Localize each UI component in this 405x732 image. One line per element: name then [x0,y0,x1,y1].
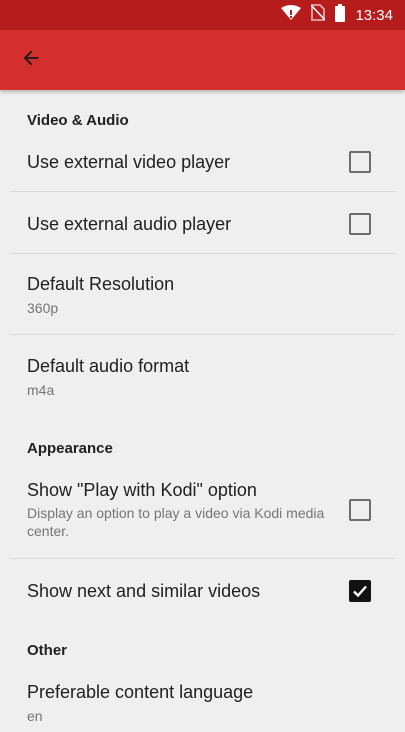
pref-next-similar-videos[interactable]: Show next and similar videos [0,568,405,616]
pref-external-video-player[interactable]: Use external video player [0,138,405,186]
pref-title: Default Resolution [27,274,175,294]
pref-title: Preferable content language [27,682,254,702]
pref-title: Use external video player [27,152,231,172]
pref-play-with-kodi[interactable]: Show "Play with Kodi" option Display an … [0,470,405,550]
pref-summary: Display an option to play a video via Ko… [27,505,325,539]
checkmark-icon [353,585,367,598]
pref-title: Default audio format [27,356,190,376]
no-sim-icon [310,4,327,26]
next-similar-checkbox[interactable] [349,580,371,602]
wifi-icon [281,4,302,26]
pref-content-language[interactable]: Preferable content language en [0,672,405,732]
status-bar: 13:34 [0,0,405,30]
toolbar [0,30,405,90]
section-header-appearance: Appearance [27,440,113,457]
divider [10,253,395,254]
pref-default-audio-format[interactable]: Default audio format m4a [0,344,405,410]
pref-summary: 360p [27,300,59,316]
divider [10,334,395,335]
external-audio-checkbox[interactable] [349,213,371,235]
section-header-other: Other [27,642,68,659]
status-time: 13:34 [355,6,393,24]
pref-title: Show next and similar videos [27,581,261,601]
section-header-video-audio: Video & Audio [27,112,129,129]
pref-title: Show "Play with Kodi" option [27,480,257,500]
pref-summary: en [27,708,43,724]
play-with-kodi-checkbox[interactable] [349,499,371,521]
pref-default-resolution[interactable]: Default Resolution 360p [0,262,405,328]
pref-external-audio-player[interactable]: Use external audio player [0,200,405,248]
divider [10,558,395,559]
pref-title: Use external audio player [27,214,232,234]
back-button[interactable] [12,42,50,78]
arrow-back-icon [20,47,42,74]
status-icons: 13:34 [281,0,393,30]
divider [10,191,395,192]
external-video-checkbox[interactable] [349,151,371,173]
pref-summary: m4a [27,382,55,398]
battery-icon [335,3,346,27]
